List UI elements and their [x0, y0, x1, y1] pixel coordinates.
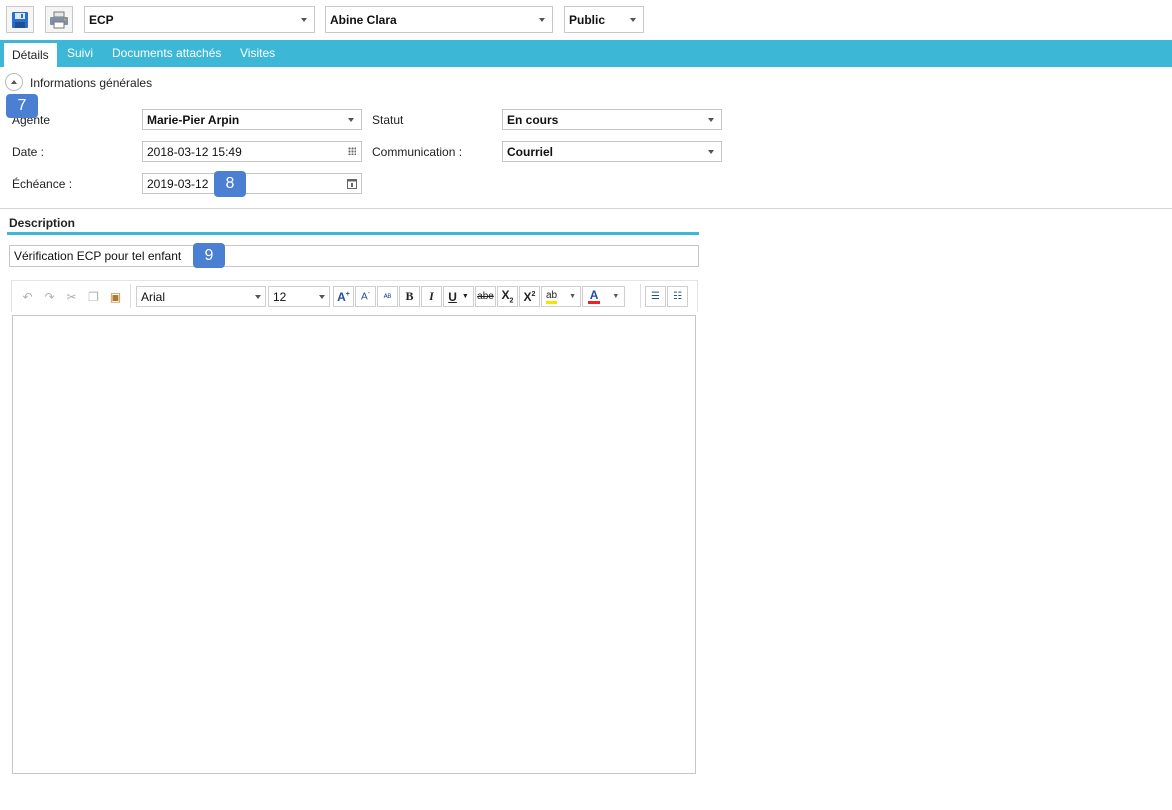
section-divider: [0, 208, 1172, 209]
redo-icon: ↷: [44, 289, 55, 304]
person-value: Abine Clara: [330, 12, 397, 27]
date-label: Date :: [12, 145, 45, 159]
annotation-badge-7: 7: [6, 94, 38, 118]
statut-label: Statut: [372, 113, 404, 127]
chevron-down-icon: [708, 149, 714, 154]
paste-button[interactable]: ▣: [105, 286, 126, 307]
scissors-icon: ✂: [66, 289, 77, 304]
italic-button[interactable]: I: [421, 286, 442, 307]
chevron-down-icon: ▼: [461, 293, 469, 300]
editor-content-area[interactable]: [12, 315, 696, 774]
font-size-value: 12: [273, 289, 287, 304]
toolbar-separator: [640, 284, 641, 308]
visibility-value: Public: [569, 12, 606, 27]
tab-suivi[interactable]: Suivi: [59, 40, 101, 67]
tab-documents-attaches[interactable]: Documents attachés: [104, 40, 229, 67]
datetime-picker-icon[interactable]: [348, 147, 356, 155]
printer-icon: [50, 11, 68, 28]
grow-font-button[interactable]: A+: [333, 286, 354, 307]
clear-format-icon: ᴬᴮ: [383, 291, 392, 302]
font-size-dropdown[interactable]: 12: [268, 286, 330, 307]
superscript-button[interactable]: X2: [519, 286, 540, 307]
communication-label: Communication :: [372, 145, 463, 159]
agent-dropdown[interactable]: Marie-Pier Arpin: [142, 109, 362, 130]
subscript-button[interactable]: X2: [497, 286, 518, 307]
underline-icon: U: [448, 289, 457, 304]
copy-button[interactable]: ❐: [83, 286, 104, 307]
bullet-list-button[interactable]: ☰: [645, 286, 666, 307]
strikethrough-icon: abe: [477, 291, 494, 302]
tab-visites[interactable]: Visites: [232, 40, 283, 67]
communication-dropdown[interactable]: Courriel: [502, 141, 722, 162]
annotation-badge-8: 8: [214, 171, 246, 197]
chevron-down-icon: [630, 17, 636, 22]
floppy-disk-icon: [12, 11, 28, 28]
cut-button[interactable]: ✂: [61, 286, 82, 307]
save-button[interactable]: [6, 6, 34, 33]
shrink-font-icon: A-: [360, 290, 370, 303]
toolbar-separator: [130, 284, 131, 308]
strikethrough-button[interactable]: abe: [475, 286, 496, 307]
chevron-down-icon: [255, 295, 261, 299]
chevron-down-icon: [708, 117, 714, 122]
undo-button[interactable]: ↶: [17, 286, 38, 307]
category-value: ECP: [89, 12, 114, 27]
font-color-button[interactable]: A ▼: [582, 286, 625, 307]
date-value: 2018-03-12 15:49: [147, 144, 242, 159]
bullet-list-icon: ☰: [651, 291, 660, 302]
bold-button[interactable]: B: [399, 286, 420, 307]
echeance-value: 2019-03-12: [147, 176, 209, 191]
description-title: Description: [9, 216, 76, 230]
description-subject-input[interactable]: Vérification ECP pour tel enfant: [9, 245, 699, 267]
person-dropdown[interactable]: Abine Clara: [325, 6, 553, 33]
annotation-badge-9: 9: [193, 243, 225, 268]
print-button[interactable]: [45, 6, 73, 33]
communication-value: Courriel: [507, 144, 554, 159]
grow-font-icon: A+: [337, 289, 350, 304]
chevron-down-icon: ▼: [569, 293, 577, 300]
copy-icon: ❐: [88, 289, 99, 304]
editor-history-group: ↶ ↷ ✂ ❐ ▣: [17, 283, 127, 310]
underline-button[interactable]: U ▼: [443, 286, 474, 307]
description-underline: [7, 232, 699, 235]
statut-value: En cours: [507, 112, 559, 127]
editor-list-group: ☰ ☷: [645, 283, 689, 310]
undo-icon: ↶: [22, 289, 33, 304]
font-family-dropdown[interactable]: Arial: [136, 286, 266, 307]
chevron-up-icon: [11, 80, 17, 84]
description-subject-value: Vérification ECP pour tel enfant: [14, 249, 182, 263]
chevron-down-icon: [348, 117, 354, 122]
shrink-font-button[interactable]: A-: [355, 286, 376, 307]
agent-value: Marie-Pier Arpin: [147, 112, 240, 127]
collapse-section-button[interactable]: [5, 73, 23, 91]
section-title: Informations générales: [30, 76, 153, 90]
redo-button[interactable]: ↷: [39, 286, 60, 307]
echeance-label: Échéance :: [12, 177, 73, 191]
paste-icon: ▣: [109, 289, 122, 304]
numbered-list-button[interactable]: ☷: [667, 286, 688, 307]
font-family-value: Arial: [141, 289, 166, 304]
chevron-down-icon: [319, 295, 325, 299]
highlighter-icon: ab: [545, 290, 558, 304]
subscript-icon: X2: [501, 288, 514, 305]
tab-details[interactable]: Détails: [4, 43, 57, 67]
bold-icon: B: [405, 289, 414, 303]
editor-format-group: A+ A- ᴬᴮ B I U ▼ abe X2 X2 ab ▼ A ▼: [333, 283, 626, 310]
calendar-icon[interactable]: [347, 178, 357, 189]
italic-icon: I: [429, 289, 434, 303]
visibility-dropdown[interactable]: Public: [564, 6, 644, 33]
date-field[interactable]: 2018-03-12 15:49: [142, 141, 362, 162]
highlight-button[interactable]: ab ▼: [541, 286, 581, 307]
numbered-list-icon: ☷: [673, 291, 682, 302]
echeance-field[interactable]: 2019-03-12: [142, 173, 362, 194]
statut-dropdown[interactable]: En cours: [502, 109, 722, 130]
superscript-icon: X2: [523, 289, 536, 304]
category-dropdown[interactable]: ECP: [84, 6, 315, 33]
tab-bar: Détails Suivi Documents attachés Visites: [0, 40, 1172, 67]
font-color-icon: A: [587, 288, 601, 304]
chevron-down-icon: [539, 17, 545, 22]
clear-format-button[interactable]: ᴬᴮ: [377, 286, 398, 307]
chevron-down-icon: [301, 17, 307, 22]
chevron-down-icon: ▼: [612, 293, 620, 300]
